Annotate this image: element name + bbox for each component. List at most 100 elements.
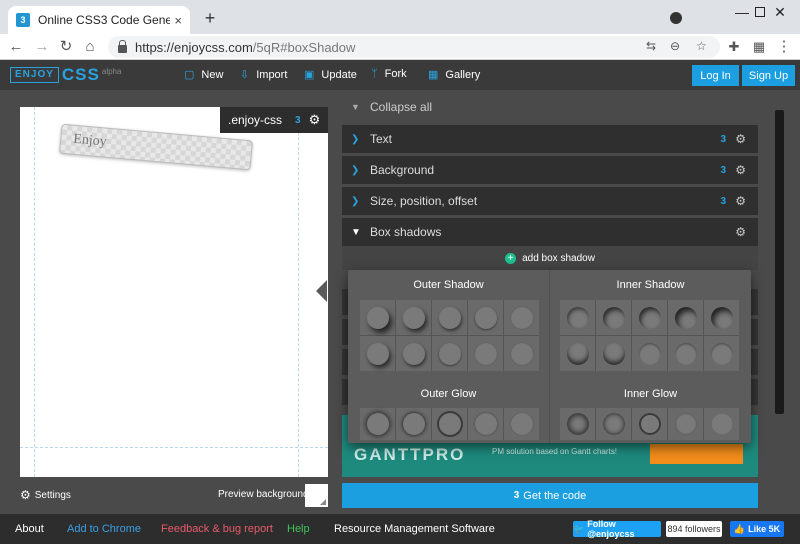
new-tab-button[interactable]: + <box>200 8 220 28</box>
section-text[interactable]: ❯ Text 3 ⚙ <box>342 125 758 153</box>
popup-divider <box>549 270 550 443</box>
preset-swatch[interactable] <box>360 336 395 371</box>
footer: About Add to Chrome Feedback & bug repor… <box>0 514 800 544</box>
preset-swatch[interactable] <box>560 408 595 440</box>
preset-swatch[interactable] <box>504 336 539 371</box>
inner-shadow-title: Inner Shadow <box>616 279 685 291</box>
update-button[interactable]: ▣ Update <box>304 68 357 82</box>
get-code-label: Get the code <box>523 489 587 502</box>
css3-icon: 3 <box>513 490 520 501</box>
preset-swatch[interactable] <box>468 336 503 371</box>
profile-icon[interactable] <box>670 12 682 24</box>
chevron-right-icon: ❯ <box>351 195 360 207</box>
gear-icon[interactable]: ⚙ <box>309 112 321 128</box>
preset-swatch[interactable] <box>468 408 503 440</box>
section-box-shadows[interactable]: ▼ Box shadows ⚙ <box>342 218 758 246</box>
gear-icon[interactable]: ⚙ <box>735 194 746 208</box>
css3-icon: 3 <box>720 164 726 176</box>
preview-canvas[interactable]: Enjoy <box>20 107 328 477</box>
menu-kebab-icon[interactable]: ⋮ <box>774 37 794 57</box>
tab-close-icon[interactable]: × <box>174 13 182 28</box>
facebook-like-button[interactable]: 👍 Like 5K <box>730 521 784 537</box>
preset-swatch[interactable] <box>596 408 631 440</box>
new-label: New <box>201 68 224 81</box>
twitter-follow-button[interactable]: 🐦 Follow @enjoycss <box>573 519 661 539</box>
resource-management-link[interactable]: Resource Management Software <box>334 523 495 535</box>
add-box-shadow-button[interactable]: + add box shadow <box>342 246 758 270</box>
preset-swatch[interactable] <box>668 336 703 371</box>
preset-swatch[interactable] <box>396 300 431 335</box>
preset-swatch[interactable] <box>432 336 467 371</box>
zoom-icon[interactable]: ⊖ <box>670 39 680 53</box>
banner-text: PM solution based on Gantt charts! <box>492 447 617 456</box>
signup-button[interactable]: Sign Up <box>742 65 795 86</box>
calendar-extension-icon[interactable]: ▦ <box>749 37 769 57</box>
bookmark-star-icon[interactable]: ☆ <box>696 39 707 53</box>
gear-icon[interactable]: ⚙ <box>735 163 746 177</box>
preset-swatch[interactable] <box>396 336 431 371</box>
gear-icon[interactable]: ⚙ <box>735 225 746 239</box>
import-icon: ⇩ <box>240 69 250 81</box>
gear-icon[interactable]: ⚙ <box>735 132 746 146</box>
fork-button[interactable]: ᛘ Fork <box>371 68 407 80</box>
inner-glow-presets <box>560 408 739 440</box>
fork-icon: ᛘ <box>371 68 378 80</box>
get-code-button[interactable]: 3 Get the code <box>342 483 758 508</box>
forward-arrow-icon[interactable]: → <box>32 37 52 57</box>
import-button[interactable]: ⇩ Import <box>240 68 287 82</box>
outer-glow-presets <box>360 408 539 440</box>
preset-swatch[interactable] <box>632 300 667 335</box>
panel-scrollbar[interactable] <box>775 110 784 414</box>
preset-swatch[interactable] <box>396 408 431 440</box>
url-host: https://enjoycss.com <box>135 39 253 55</box>
preview-background-label: Preview background <box>218 489 309 500</box>
preset-swatch[interactable] <box>432 300 467 335</box>
app-header: ENJOY CSS alpha ▢ New ⇩ Import ▣ Update ᛘ Fo… <box>0 60 800 90</box>
window-close-button[interactable]: ✕ <box>765 4 795 21</box>
thumbs-up-icon: 👍 <box>733 523 746 534</box>
settings-button[interactable]: ⚙ Settings <box>20 488 71 502</box>
preset-swatch[interactable] <box>596 336 631 371</box>
preset-swatch[interactable] <box>668 408 703 440</box>
url-input[interactable]: https://enjoycss.com/5qR#boxShadow ⇆ ⊖ ☆ <box>108 36 720 58</box>
preset-swatch[interactable] <box>560 336 595 371</box>
preset-swatch[interactable] <box>704 336 739 371</box>
add-to-chrome-link[interactable]: Add to Chrome <box>67 523 141 535</box>
translate-icon[interactable]: ⇆ <box>646 39 656 53</box>
home-icon[interactable]: ⌂ <box>80 37 100 57</box>
preset-swatch[interactable] <box>560 300 595 335</box>
preset-swatch[interactable] <box>468 300 503 335</box>
preset-swatch[interactable] <box>504 300 539 335</box>
help-link[interactable]: Help <box>287 523 310 535</box>
preset-swatch[interactable] <box>668 300 703 335</box>
preset-swatch[interactable] <box>704 300 739 335</box>
extensions-icon[interactable]: ✚ <box>724 37 744 57</box>
preset-swatch[interactable] <box>632 408 667 440</box>
banner-cta-button[interactable] <box>650 444 743 464</box>
chevron-right-icon: ❯ <box>351 164 360 176</box>
section-background[interactable]: ❯ Background 3 ⚙ <box>342 156 758 184</box>
preset-swatch[interactable] <box>360 300 395 335</box>
preset-swatch[interactable] <box>596 300 631 335</box>
about-link[interactable]: About <box>15 523 44 535</box>
preset-swatch[interactable] <box>504 408 539 440</box>
login-button[interactable]: Log In <box>692 65 739 86</box>
chevron-down-icon: ▼ <box>351 102 360 112</box>
gallery-button[interactable]: ▦ Gallery <box>428 68 480 82</box>
editor-area: Enjoy .enjoy-css 3 ⚙ ⚙ Settings Preview … <box>0 90 800 514</box>
preset-swatch[interactable] <box>632 336 667 371</box>
enjoycss-logo[interactable]: ENJOY CSS alpha <box>10 66 121 83</box>
collapse-all-button[interactable]: ▼ Collapse all <box>342 97 432 117</box>
section-size-position[interactable]: ❯ Size, position, offset 3 ⚙ <box>342 187 758 215</box>
preset-swatch[interactable] <box>704 408 739 440</box>
new-button[interactable]: ▢ New <box>184 68 224 82</box>
browser-tab[interactable]: 3 Online CSS3 Code Generator With × <box>8 6 190 34</box>
back-arrow-icon[interactable]: ← <box>6 37 26 57</box>
tab-title: Online CSS3 Code Generator With <box>38 13 171 27</box>
preview-background-swatch[interactable] <box>305 484 328 507</box>
preset-swatch[interactable] <box>432 408 467 440</box>
save-icon: ▣ <box>304 69 315 81</box>
preset-swatch[interactable] <box>360 408 395 440</box>
feedback-link[interactable]: Feedback & bug report <box>161 523 273 535</box>
reload-icon[interactable]: ↻ <box>56 37 76 57</box>
